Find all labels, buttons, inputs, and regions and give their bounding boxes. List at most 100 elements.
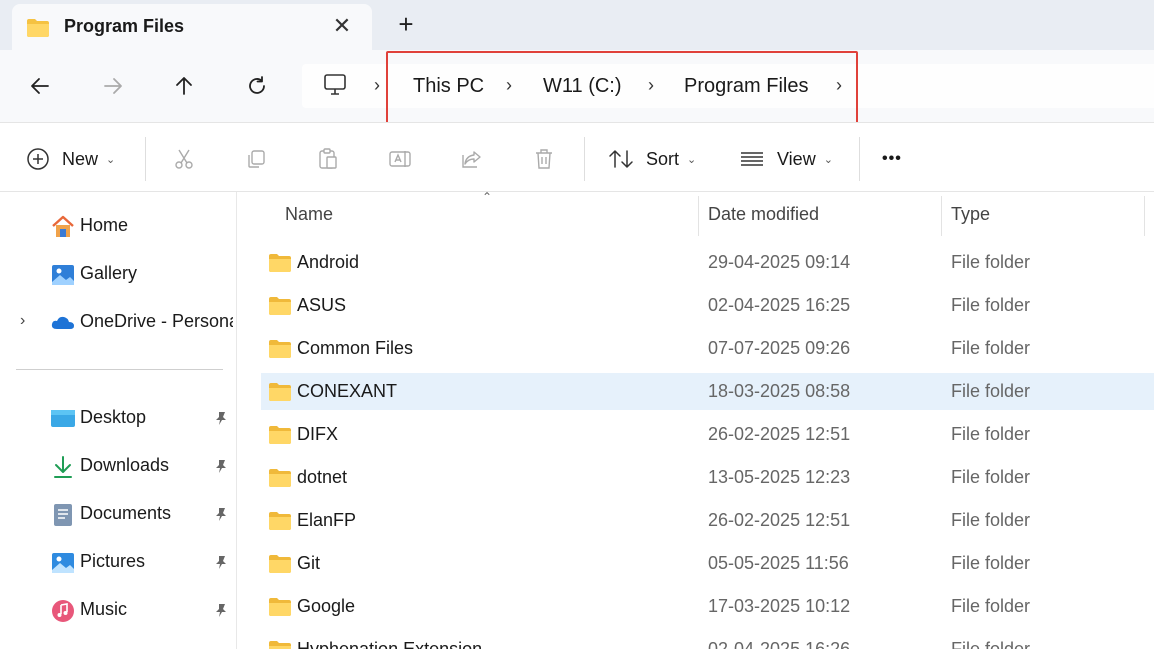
- plus-circle-icon: [27, 148, 49, 170]
- folder-icon: [268, 339, 292, 364]
- sidebar-item-downloads[interactable]: Downloads: [0, 446, 237, 486]
- file-type: File folder: [951, 252, 1031, 272]
- file-date-modified: 17-03-2025 10:12: [708, 596, 851, 616]
- rename-icon[interactable]: [386, 145, 414, 173]
- chevron-down-icon: ⌄: [823, 153, 833, 166]
- file-row[interactable]: ElanFP 26-02-2025 12:51 File folder: [261, 502, 1154, 539]
- file-type: File folder: [951, 424, 1031, 444]
- breadcrumb-chevron[interactable]: ›: [374, 75, 380, 96]
- new-label: New: [62, 148, 99, 169]
- onedrive-icon: [50, 310, 76, 336]
- column-header-type[interactable]: Type: [951, 204, 990, 225]
- close-tab-icon[interactable]: ✕: [330, 14, 354, 38]
- folder-icon: [268, 382, 292, 407]
- sidebar-item-home[interactable]: Home: [0, 206, 237, 246]
- file-type: File folder: [951, 596, 1031, 616]
- file-row[interactable]: DIFX 26-02-2025 12:51 File folder: [261, 416, 1154, 453]
- copy-icon[interactable]: [242, 145, 270, 173]
- forward-icon[interactable]: [95, 68, 131, 104]
- delete-icon[interactable]: [530, 145, 558, 173]
- file-row[interactable]: Common Files 07-07-2025 09:26 File folder: [261, 330, 1154, 367]
- sidebar-divider: [16, 369, 223, 370]
- sort-icon: [609, 150, 633, 168]
- file-type: File folder: [951, 553, 1031, 573]
- home-icon: [50, 214, 76, 240]
- file-name: Google: [297, 596, 356, 616]
- view-icon: [741, 152, 763, 166]
- up-icon[interactable]: [166, 68, 202, 104]
- view-button[interactable]: View ⌄: [739, 143, 833, 175]
- divider: [859, 137, 860, 181]
- column-separator[interactable]: [698, 196, 699, 236]
- file-type: File folder: [951, 510, 1031, 530]
- sidebar-item-pictures[interactable]: Pictures: [0, 542, 237, 582]
- pin-icon[interactable]: [213, 554, 229, 575]
- folder-icon: [268, 640, 292, 649]
- column-separator[interactable]: [941, 196, 942, 236]
- file-row[interactable]: CONEXANT 18-03-2025 08:58 File folder: [261, 373, 1154, 410]
- computer-icon: [322, 72, 348, 103]
- file-row[interactable]: dotnet 13-05-2025 12:23 File folder: [261, 459, 1154, 496]
- folder-icon: [268, 511, 292, 536]
- new-tab-button[interactable]: +: [392, 10, 420, 38]
- file-row[interactable]: Hyphenation Extension 02-04-2025 16:26 Fil…: [261, 631, 1154, 649]
- expand-chevron-icon[interactable]: ›: [20, 312, 25, 330]
- chevron-down-icon: ⌄: [687, 153, 697, 166]
- paste-icon[interactable]: [314, 145, 342, 173]
- cut-icon[interactable]: [170, 145, 198, 173]
- file-date-modified: 02-04-2025 16:25: [708, 295, 851, 315]
- music-icon: [50, 598, 76, 624]
- file-date-modified: 02-04-2025 16:26: [708, 639, 851, 649]
- file-row[interactable]: Android 29-04-2025 09:14 File folder: [261, 244, 1154, 281]
- file-type: File folder: [951, 381, 1031, 401]
- sidebar-item-desktop[interactable]: Desktop: [0, 398, 237, 438]
- file-name: dotnet: [297, 467, 348, 487]
- sidebar-item-onedrive[interactable]: › OneDrive - Personal: [0, 302, 237, 342]
- file-date-modified: 29-04-2025 09:14: [708, 252, 851, 272]
- sidebar-item-music[interactable]: Music: [0, 590, 237, 630]
- share-icon[interactable]: [458, 145, 486, 173]
- sidebar-item-gallery[interactable]: Gallery: [0, 254, 237, 294]
- sidebar-item-label: Downloads: [80, 455, 170, 475]
- file-row[interactable]: Git 05-05-2025 11:56 File folder: [261, 545, 1154, 582]
- pictures-icon: [50, 550, 76, 576]
- more-options-button[interactable]: •••: [882, 143, 902, 175]
- column-header-name[interactable]: Name: [285, 204, 333, 225]
- pin-icon[interactable]: [213, 458, 229, 479]
- file-type: File folder: [951, 338, 1031, 358]
- file-date-modified: 13-05-2025 12:23: [708, 467, 851, 487]
- folder-icon: [268, 554, 292, 579]
- file-name: CONEXANT: [297, 381, 398, 401]
- refresh-icon[interactable]: [239, 68, 275, 104]
- file-date-modified: 18-03-2025 08:58: [708, 381, 851, 401]
- column-header-date[interactable]: Date modified: [708, 204, 819, 225]
- tab-strip: Program Files ✕ +: [0, 0, 1154, 50]
- folder-icon: [268, 296, 292, 321]
- new-button[interactable]: New ⌄: [26, 143, 115, 175]
- file-type: File folder: [951, 295, 1031, 315]
- file-row[interactable]: Google 17-03-2025 10:12 File folder: [261, 588, 1154, 625]
- back-icon[interactable]: [22, 68, 58, 104]
- breadcrumb-highlight-box: [386, 51, 858, 124]
- pin-icon[interactable]: [213, 506, 229, 527]
- pin-icon[interactable]: [213, 410, 229, 431]
- pin-icon[interactable]: [213, 602, 229, 623]
- folder-icon: [268, 425, 292, 450]
- sidebar-item-label: Desktop: [80, 407, 147, 427]
- file-row[interactable]: ASUS 02-04-2025 16:25 File folder: [261, 287, 1154, 324]
- column-separator[interactable]: [1144, 196, 1145, 236]
- sidebar-item-documents[interactable]: Documents: [0, 494, 237, 534]
- sort-button[interactable]: Sort ⌄: [608, 143, 696, 175]
- divider: [145, 137, 146, 181]
- command-bar: New ⌄ Sort ⌄ View ⌄ •••: [0, 122, 1154, 192]
- file-name: Hyphenation Extension: [297, 639, 483, 649]
- sort-label: Sort: [646, 148, 680, 169]
- desktop-icon: [50, 406, 76, 432]
- file-date-modified: 26-02-2025 12:51: [708, 424, 851, 444]
- file-name: ElanFP: [297, 510, 357, 530]
- file-list: ⌃ Name Date modified Type Android 29-04-2…: [237, 192, 1154, 649]
- documents-icon: [50, 502, 76, 528]
- file-type: File folder: [951, 467, 1031, 487]
- file-name: Common Files: [297, 338, 414, 358]
- tab-program-files[interactable]: Program Files ✕: [12, 4, 372, 50]
